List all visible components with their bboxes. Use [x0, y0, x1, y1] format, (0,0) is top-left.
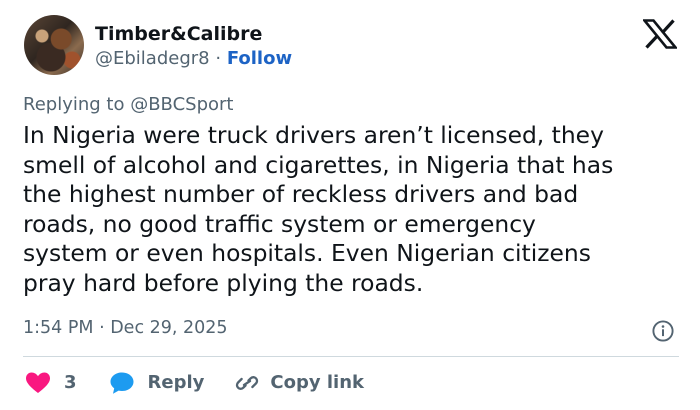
tweet-line: pray hard before plying the roads.: [23, 268, 424, 297]
tweet-line: roads, no good traffic system or emergen…: [23, 209, 536, 238]
like-button[interactable]: 3: [23, 371, 77, 395]
divider: [23, 356, 679, 357]
like-count: 3: [64, 372, 77, 393]
info-icon[interactable]: [652, 320, 674, 342]
x-logo-icon[interactable]: [643, 19, 677, 49]
tweet-text: In Nigeria were truck drivers aren’t lic…: [23, 121, 683, 299]
link-icon: [236, 376, 259, 390]
handle-row: @Ebiladegr8 · Follow: [95, 47, 292, 71]
tweet-line: In Nigeria were truck drivers aren’t lic…: [23, 121, 604, 149]
speech-bubble-icon: [110, 372, 134, 394]
copy-link-button[interactable]: Copy link: [204, 371, 364, 395]
tweet-line: the highest number of reckless drivers a…: [23, 180, 579, 209]
tweet-line: system or even hospitals. Even Nigerian …: [23, 239, 591, 268]
follow-button[interactable]: Follow: [227, 48, 292, 69]
author-name[interactable]: Timber&Calibre: [95, 22, 292, 46]
reply-button[interactable]: Reply: [77, 371, 205, 395]
handle-separator: ·: [215, 48, 222, 69]
author-block: Timber&Calibre @Ebiladegr8 · Follow: [95, 22, 292, 71]
avatar[interactable]: [24, 15, 84, 75]
reply-label: Reply: [147, 372, 205, 393]
action-bar: 3 Reply Copy link: [23, 369, 364, 397]
heart-icon: [26, 372, 50, 393]
author-handle[interactable]: @Ebiladegr8: [95, 48, 210, 69]
timestamp[interactable]: 1:54 PM · Dec 29, 2025: [23, 316, 228, 340]
copy-link-label: Copy link: [270, 372, 364, 393]
replying-to: Replying to @BBCSport: [23, 94, 234, 115]
tweet-line: smell of alcohol and cigarettes, in Nige…: [23, 150, 614, 179]
